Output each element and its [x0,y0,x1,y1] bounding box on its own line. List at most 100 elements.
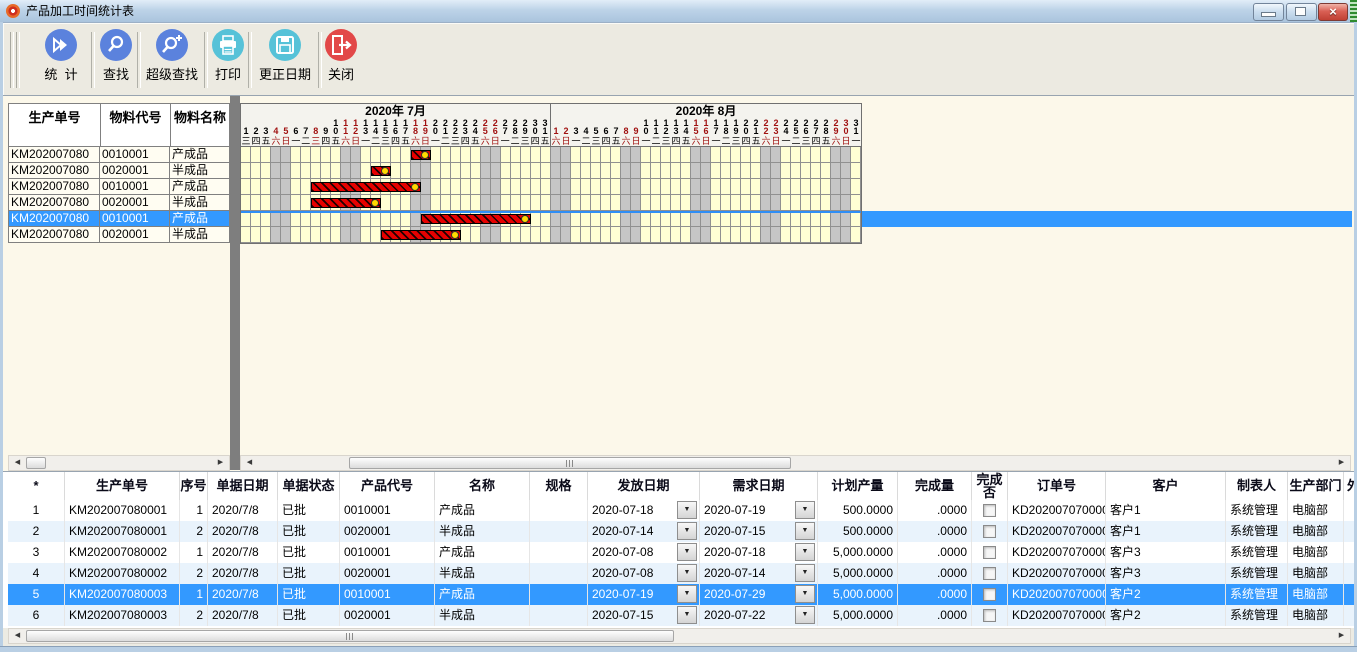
scroll-left-arrow-icon[interactable]: ◀ [10,456,25,470]
sequence-cell: 2 [180,605,208,626]
scroll-left-arrow-icon[interactable]: ◀ [242,456,257,470]
date-dropdown-button[interactable]: ▼ [677,606,697,624]
gantt-cell [461,227,471,243]
super-find-button[interactable]: 超级查找 [141,28,203,83]
table-row[interactable]: 2KM20200708000122020/7/8已批0020001半成品2020… [8,521,1357,542]
completed-qty-cell: .0000 [898,563,972,584]
preparer-cell: 系统管理 [1226,584,1288,605]
completed-checkbox[interactable] [983,525,996,538]
date-dropdown-button[interactable]: ▼ [795,606,815,624]
gantt-row[interactable] [241,147,861,163]
gantt-cell [831,179,841,195]
date-dropdown-button[interactable]: ▼ [677,564,697,582]
titlebar[interactable]: 产品加工时间统计表 × [0,0,1357,23]
customer-cell: 客户2 [1106,605,1226,626]
print-button[interactable]: 打印 [208,28,248,83]
gantt-left-row[interactable]: KM2020070800010001产成品 [8,211,230,227]
stats-button[interactable]: 统 计 [23,28,99,83]
gantt-row[interactable] [241,179,861,195]
date-dropdown-button[interactable]: ▼ [677,543,697,561]
table-row[interactable]: 1KM20200708000112020/7/8已批0010001产成品2020… [8,500,1357,521]
date-dropdown-button[interactable]: ▼ [677,501,697,519]
scrollbar-thumb[interactable] [26,457,46,469]
date-dropdown-button[interactable]: ▼ [677,585,697,603]
gantt-cell [601,227,611,243]
date-dropdown-button[interactable]: ▼ [795,564,815,582]
gantt-cell [521,179,531,195]
close-window-button[interactable]: × [1318,3,1348,21]
gantt-cell [711,211,721,227]
gantt-bar[interactable] [311,198,381,208]
gantt-left-row[interactable]: KM2020070800020001半成品 [8,195,230,211]
left-panel-hscrollbar[interactable]: ◀ ▶ [8,455,230,471]
correct-date-button[interactable]: 更正日期 [253,28,317,83]
completed-checkbox[interactable] [983,567,996,580]
bottom-hscrollbar[interactable]: ◀ ▶ [8,628,1351,644]
gantt-row[interactable] [241,195,861,211]
gantt-bar[interactable] [421,214,531,224]
column-header: 单据状态 [278,472,340,500]
gantt-cell [731,147,741,163]
gantt-left-row[interactable]: KM2020070800020001半成品 [8,227,230,243]
panel-splitter[interactable] [230,96,240,470]
scrollbar-thumb[interactable] [26,630,674,642]
day-weekday: 二 [581,136,590,146]
scroll-right-arrow-icon[interactable]: ▶ [1334,456,1349,470]
demand-date-cell: 2020-07-18▼ [700,542,818,563]
gantt-cell [791,179,801,195]
gantt-hscrollbar[interactable]: ◀ ▶ [240,455,1351,471]
gantt-bar[interactable] [311,182,421,192]
completed-checkbox[interactable] [983,588,996,601]
date-dropdown-button[interactable]: ▼ [795,543,815,561]
maximize-button[interactable] [1286,3,1317,21]
gantt-cell [531,195,541,211]
gantt-row[interactable] [241,227,861,243]
calendar-day: 31一 [851,119,861,146]
gantt-cell [601,211,611,227]
calendar-day: 7二 [301,119,311,146]
gantt-left-row[interactable]: KM2020070800010001产成品 [8,147,230,163]
table-row[interactable]: 3KM20200708000212020/7/8已批0010001产成品2020… [8,542,1357,563]
gantt-cell [401,195,411,211]
completed-checkbox[interactable] [983,546,996,559]
gantt-left-row[interactable]: KM2020070800010001产成品 [8,179,230,195]
gantt-cell [451,163,461,179]
scroll-right-arrow-icon[interactable]: ▶ [213,456,228,470]
table-row[interactable]: 5KM20200708000312020/7/8已批0010001产成品2020… [8,584,1357,605]
gantt-bar[interactable] [411,150,431,160]
date-dropdown-button[interactable]: ▼ [795,501,815,519]
date-dropdown-button[interactable]: ▼ [795,585,815,603]
completed-checkbox[interactable] [983,609,996,622]
gantt-bar[interactable] [371,166,391,176]
completed-checkbox[interactable] [983,504,996,517]
scrollbar-thumb[interactable] [349,457,791,469]
gantt-cell [271,195,281,211]
product-name-cell: 半成品 [435,521,530,542]
calendar-day: 21五 [751,119,761,146]
order-number-cell: KM202007080001 [65,521,180,542]
gantt-bar[interactable] [381,230,461,240]
day-weekday: 六 [621,136,630,146]
gantt-left-row[interactable]: KM2020070800020001半成品 [8,163,230,179]
gantt-cell [561,179,571,195]
gantt-row[interactable] [241,211,861,227]
date-dropdown-button[interactable]: ▼ [677,522,697,540]
day-weekday: 一 [711,136,720,146]
minimize-button[interactable] [1253,3,1284,21]
gantt-row[interactable] [241,163,861,179]
find-button[interactable]: 查找 [96,28,136,83]
gantt-cell [541,147,551,163]
scroll-right-arrow-icon[interactable]: ▶ [1334,629,1349,643]
gantt-cell [521,147,531,163]
table-row[interactable]: 6KM20200708000322020/7/8已批0020001半成品2020… [8,605,1357,626]
sequence-cell: 2 [180,521,208,542]
gantt-cell [531,227,541,243]
calendar-day: 22三 [450,119,460,146]
date-dropdown-button[interactable]: ▼ [795,522,815,540]
table-row[interactable]: 4KM20200708000222020/7/8已批0020001半成品2020… [8,563,1357,584]
gantt-cell [461,195,471,211]
gantt-cell [321,163,331,179]
scroll-left-arrow-icon[interactable]: ◀ [10,629,25,643]
day-weekday: 四 [391,136,400,146]
close-form-button[interactable]: 关闭 [321,28,361,83]
